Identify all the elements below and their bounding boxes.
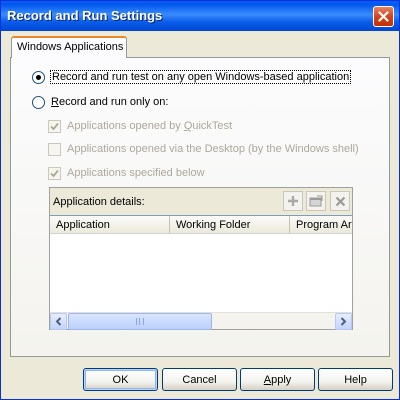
application-details-label: Application details: <box>53 196 145 208</box>
checkmark-icon <box>50 122 59 130</box>
checkbox[interactable] <box>48 142 61 156</box>
checkbox[interactable] <box>48 166 61 180</box>
title-bar[interactable]: Record and Run Settings <box>1 1 399 31</box>
checkbox-label: Applications opened by QuickTest <box>67 120 232 132</box>
scroll-thumb[interactable] <box>68 313 212 330</box>
ok-button[interactable]: OK <box>83 368 158 391</box>
delete-application-button[interactable] <box>330 191 350 211</box>
close-button[interactable] <box>373 6 394 27</box>
application-list[interactable]: Application Working Folder Program Arg <box>50 215 352 330</box>
add-icon <box>288 196 298 206</box>
check-specified-below[interactable]: Applications specified below <box>48 165 205 181</box>
list-header: Application Working Folder Program Arg <box>50 216 352 234</box>
column-header-application[interactable]: Application <box>50 216 170 233</box>
window-title: Record and Run Settings <box>7 8 163 23</box>
edit-icon <box>309 195 323 207</box>
delete-icon <box>335 196 345 206</box>
checkbox-label-post: uickTest <box>192 120 233 132</box>
grip-icon <box>136 318 144 325</box>
scroll-left-icon <box>55 317 62 326</box>
scroll-right-icon <box>340 317 347 326</box>
radio-label: Record and run only on: <box>51 96 168 108</box>
scroll-right-button[interactable] <box>335 313 352 330</box>
checkmark-icon <box>50 169 59 177</box>
checkbox-label: Applications opened via the Desktop (by … <box>67 143 359 155</box>
radio-button[interactable] <box>32 95 45 109</box>
add-application-button[interactable] <box>283 191 303 211</box>
tab-label: Windows Applications <box>17 41 124 53</box>
checkbox-label: Applications specified below <box>67 167 205 179</box>
column-header-working-folder[interactable]: Working Folder <box>170 216 290 233</box>
radio-label: Record and run test on any open Windows-… <box>49 70 352 84</box>
checkbox[interactable] <box>48 119 61 133</box>
radio-label-mnemonic: R <box>51 96 59 108</box>
dialog-window: Record and Run Settings Windows Applicat… <box>0 0 400 400</box>
apply-button[interactable]: Apply <box>240 368 315 391</box>
check-opened-by-quicktest[interactable]: Applications opened by QuickTest <box>48 118 232 134</box>
radio-record-any-app[interactable]: Record and run test on any open Windows-… <box>32 69 352 85</box>
scroll-left-button[interactable] <box>50 313 67 330</box>
close-icon <box>378 11 389 22</box>
radio-selected-dot <box>36 74 41 80</box>
radio-record-only-on[interactable]: Record and run only on: <box>32 94 168 110</box>
horizontal-scrollbar[interactable] <box>50 312 352 330</box>
cancel-button[interactable]: Cancel <box>162 368 237 391</box>
column-header-program-args[interactable]: Program Arg <box>290 216 352 233</box>
application-details-group: Application details: Application Working… <box>49 187 353 330</box>
check-opened-via-desktop[interactable]: Applications opened via the Desktop (by … <box>48 141 359 157</box>
tab-windows-applications[interactable]: Windows Applications <box>11 36 127 58</box>
apply-label-rest: pply <box>271 373 292 386</box>
apply-mnemonic: A <box>263 373 272 386</box>
checkbox-label-pre: Applications opened by <box>67 120 184 132</box>
edit-application-button[interactable] <box>306 191 326 211</box>
radio-button[interactable] <box>32 70 45 84</box>
radio-label-rest: ecord and run only on: <box>58 96 169 108</box>
help-button[interactable]: Help <box>318 368 393 391</box>
